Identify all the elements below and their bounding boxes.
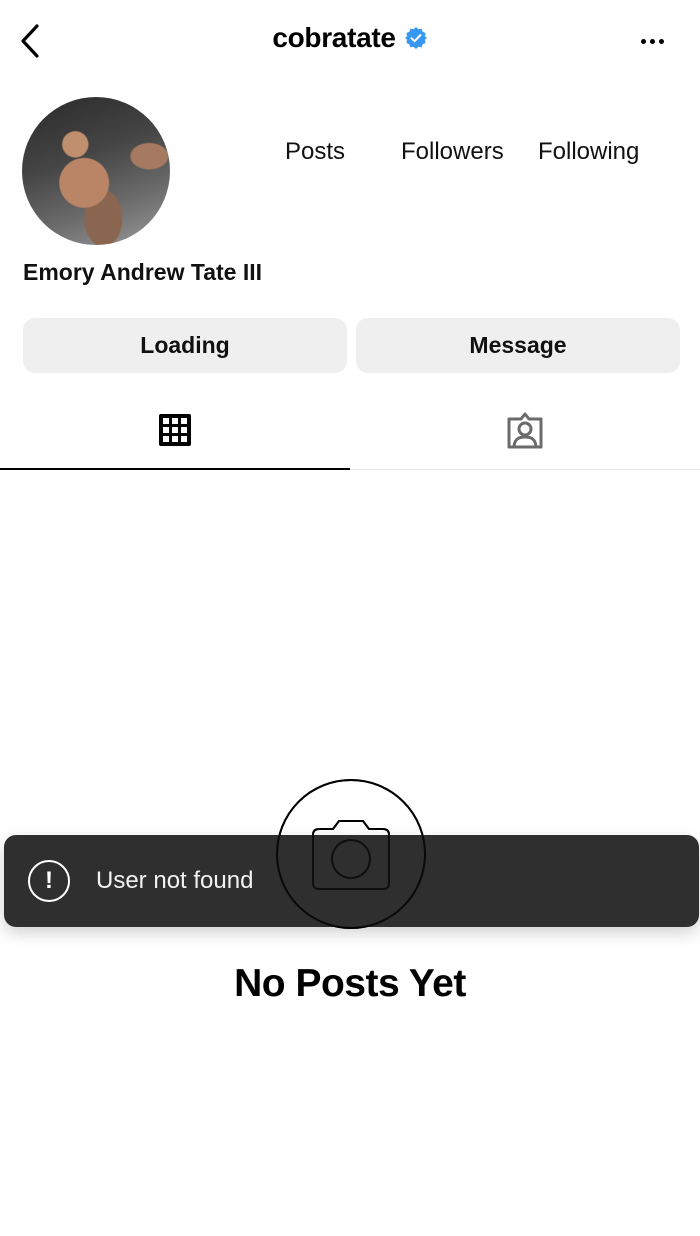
stat-posts[interactable]: Posts — [285, 138, 345, 166]
more-horizontal-icon-dot — [649, 38, 655, 44]
stat-followers[interactable]: Followers — [401, 138, 504, 166]
tagged-person-icon — [507, 412, 543, 448]
verified-badge-icon — [404, 26, 428, 50]
error-toast[interactable]: ! User not found — [4, 779, 699, 929]
username-title: cobratate — [272, 22, 396, 53]
profile-full-name: Emory Andrew Tate III — [23, 259, 262, 285]
more-options-button[interactable] — [634, 26, 670, 56]
message-button[interactable]: Message — [356, 318, 680, 373]
more-horizontal-icon-dot — [640, 38, 646, 44]
exclamation-circle-icon: ! — [28, 860, 70, 902]
empty-state-title: No Posts Yet — [234, 962, 466, 1005]
more-horizontal-icon-dot — [658, 38, 664, 44]
toast-message: User not found — [96, 867, 254, 894]
profile-stats: Posts Followers Following — [0, 138, 700, 172]
tab-tagged[interactable] — [350, 400, 700, 470]
stat-following[interactable]: Following — [538, 138, 639, 166]
grid-icon — [159, 414, 191, 446]
profile-tabs — [0, 400, 700, 470]
header-title-group: cobratate — [0, 22, 700, 54]
top-navigation-bar: cobratate — [0, 0, 700, 84]
follow-loading-button[interactable]: Loading — [23, 318, 347, 373]
tab-posts-grid[interactable] — [0, 400, 350, 470]
